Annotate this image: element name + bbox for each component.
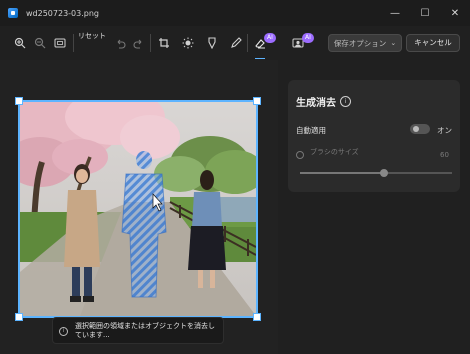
toolbar-divider (150, 34, 151, 52)
ai-badge: AI (264, 33, 276, 43)
minimize-button[interactable]: — (380, 0, 410, 26)
photos-app-icon (8, 8, 18, 18)
window-controls: — ☐ ✕ (380, 0, 470, 26)
generative-erase-panel: 生成消去 i 自動適用 オン ブラシのサイズ 60 (288, 80, 460, 192)
brush-size-value: 60 (440, 151, 449, 159)
panel-title: 生成消去 (296, 98, 336, 109)
photo-preview[interactable] (18, 100, 258, 318)
redo-icon[interactable] (130, 35, 146, 51)
auto-apply-label: 自動適用 (296, 126, 326, 135)
auto-apply-toggle[interactable] (410, 124, 430, 134)
brush-size-slider[interactable] (300, 169, 452, 177)
crop-handle-bottom-right[interactable] (253, 313, 261, 321)
auto-apply-state: オン (437, 126, 452, 135)
save-options-button[interactable]: 保存オプション ⌄ (328, 34, 402, 52)
markup-pen-icon[interactable] (228, 35, 244, 51)
toolbar-divider (247, 34, 248, 52)
window-title: wd250723-03.png (26, 8, 99, 18)
cancel-button[interactable]: キャンセル (406, 34, 460, 52)
active-tool-indicator (255, 58, 265, 59)
adjust-brightness-icon[interactable] (180, 35, 196, 51)
fit-to-window-icon[interactable] (52, 35, 68, 51)
save-options-label: 保存オプション (333, 38, 387, 48)
brush-size-icon (296, 151, 304, 159)
zoom-out-icon[interactable] (32, 35, 48, 51)
toolbar-divider (73, 34, 74, 52)
slider-thumb[interactable] (379, 169, 388, 177)
reset-button[interactable]: リセット (78, 32, 106, 54)
tooltip-text: 選択範囲の領域またはオブジェクトを消去しています... (75, 322, 215, 339)
toggle-knob (413, 126, 419, 132)
brush-size-label: ブラシのサイズ (310, 148, 359, 156)
filter-icon[interactable] (204, 35, 220, 51)
crop-handle-top-right[interactable] (253, 97, 261, 105)
crop-handle-top-left[interactable] (15, 97, 23, 105)
info-icon[interactable]: i (340, 96, 351, 107)
ai-badge: AI (302, 33, 314, 43)
zoom-in-icon[interactable] (12, 35, 28, 51)
erase-progress-tooltip: i 選択範囲の領域またはオブジェクトを消去しています... (52, 317, 224, 344)
crop-icon[interactable] (156, 35, 172, 51)
undo-icon[interactable] (112, 35, 128, 51)
chevron-down-icon: ⌄ (390, 39, 397, 47)
maximize-button[interactable]: ☐ (410, 0, 440, 26)
slider-fill (300, 172, 384, 174)
park-photo (20, 102, 256, 316)
info-icon: i (59, 327, 68, 336)
title-bar: wd250723-03.png — ☐ ✕ (0, 0, 470, 26)
crop-handle-bottom-left[interactable] (15, 313, 23, 321)
close-button[interactable]: ✕ (440, 0, 470, 26)
